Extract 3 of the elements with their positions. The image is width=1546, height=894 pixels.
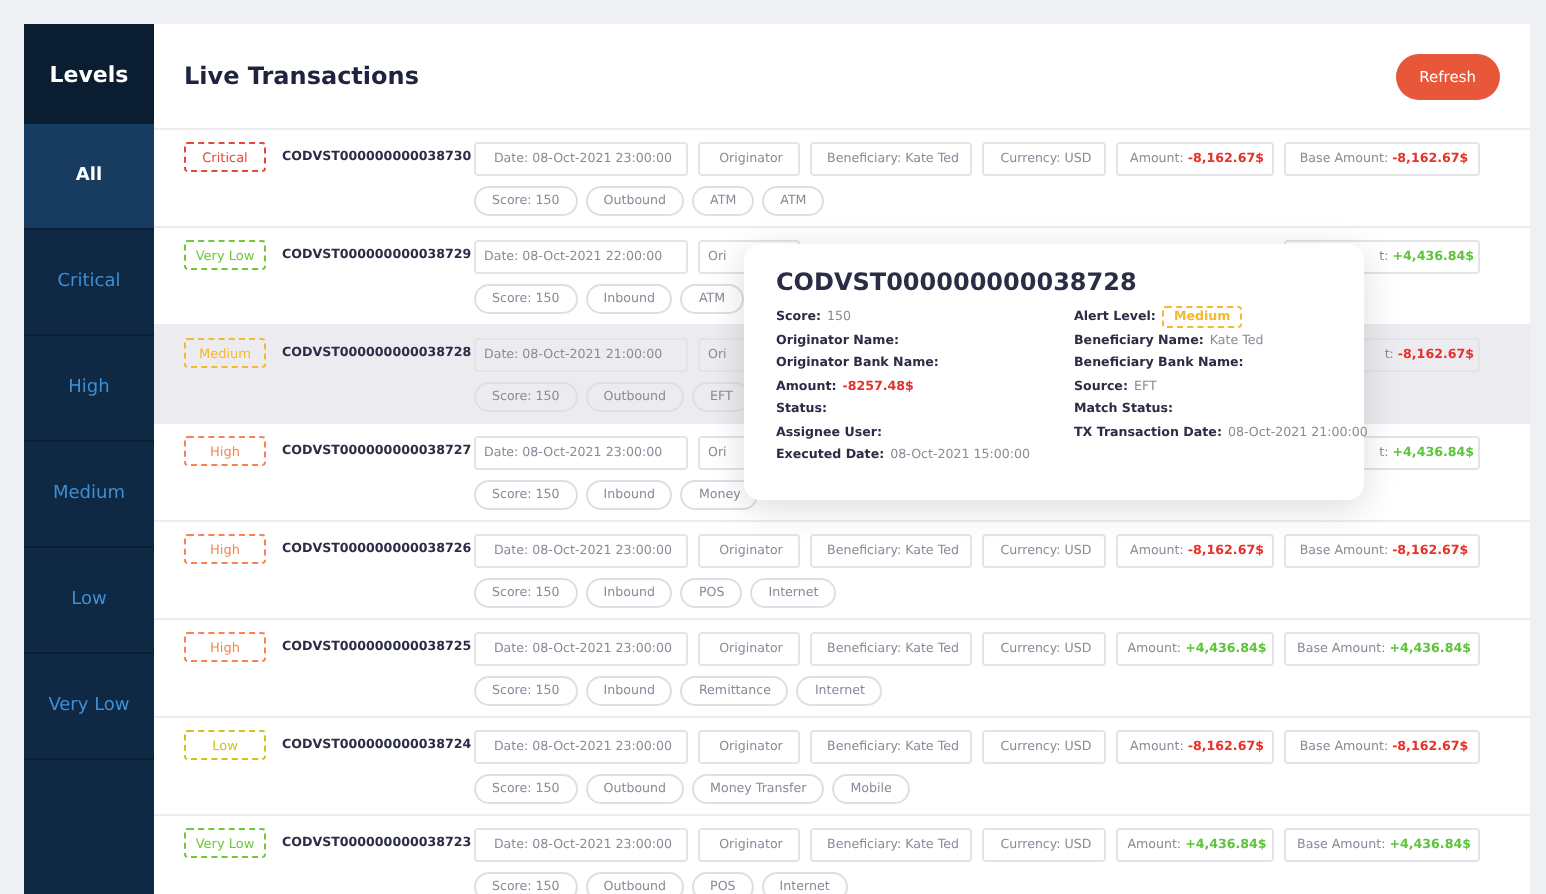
tooltip-title: CODVST000000000038728: [776, 268, 1139, 296]
sidebar-title: Levels: [24, 24, 154, 124]
page-title: Live Transactions: [184, 62, 419, 90]
